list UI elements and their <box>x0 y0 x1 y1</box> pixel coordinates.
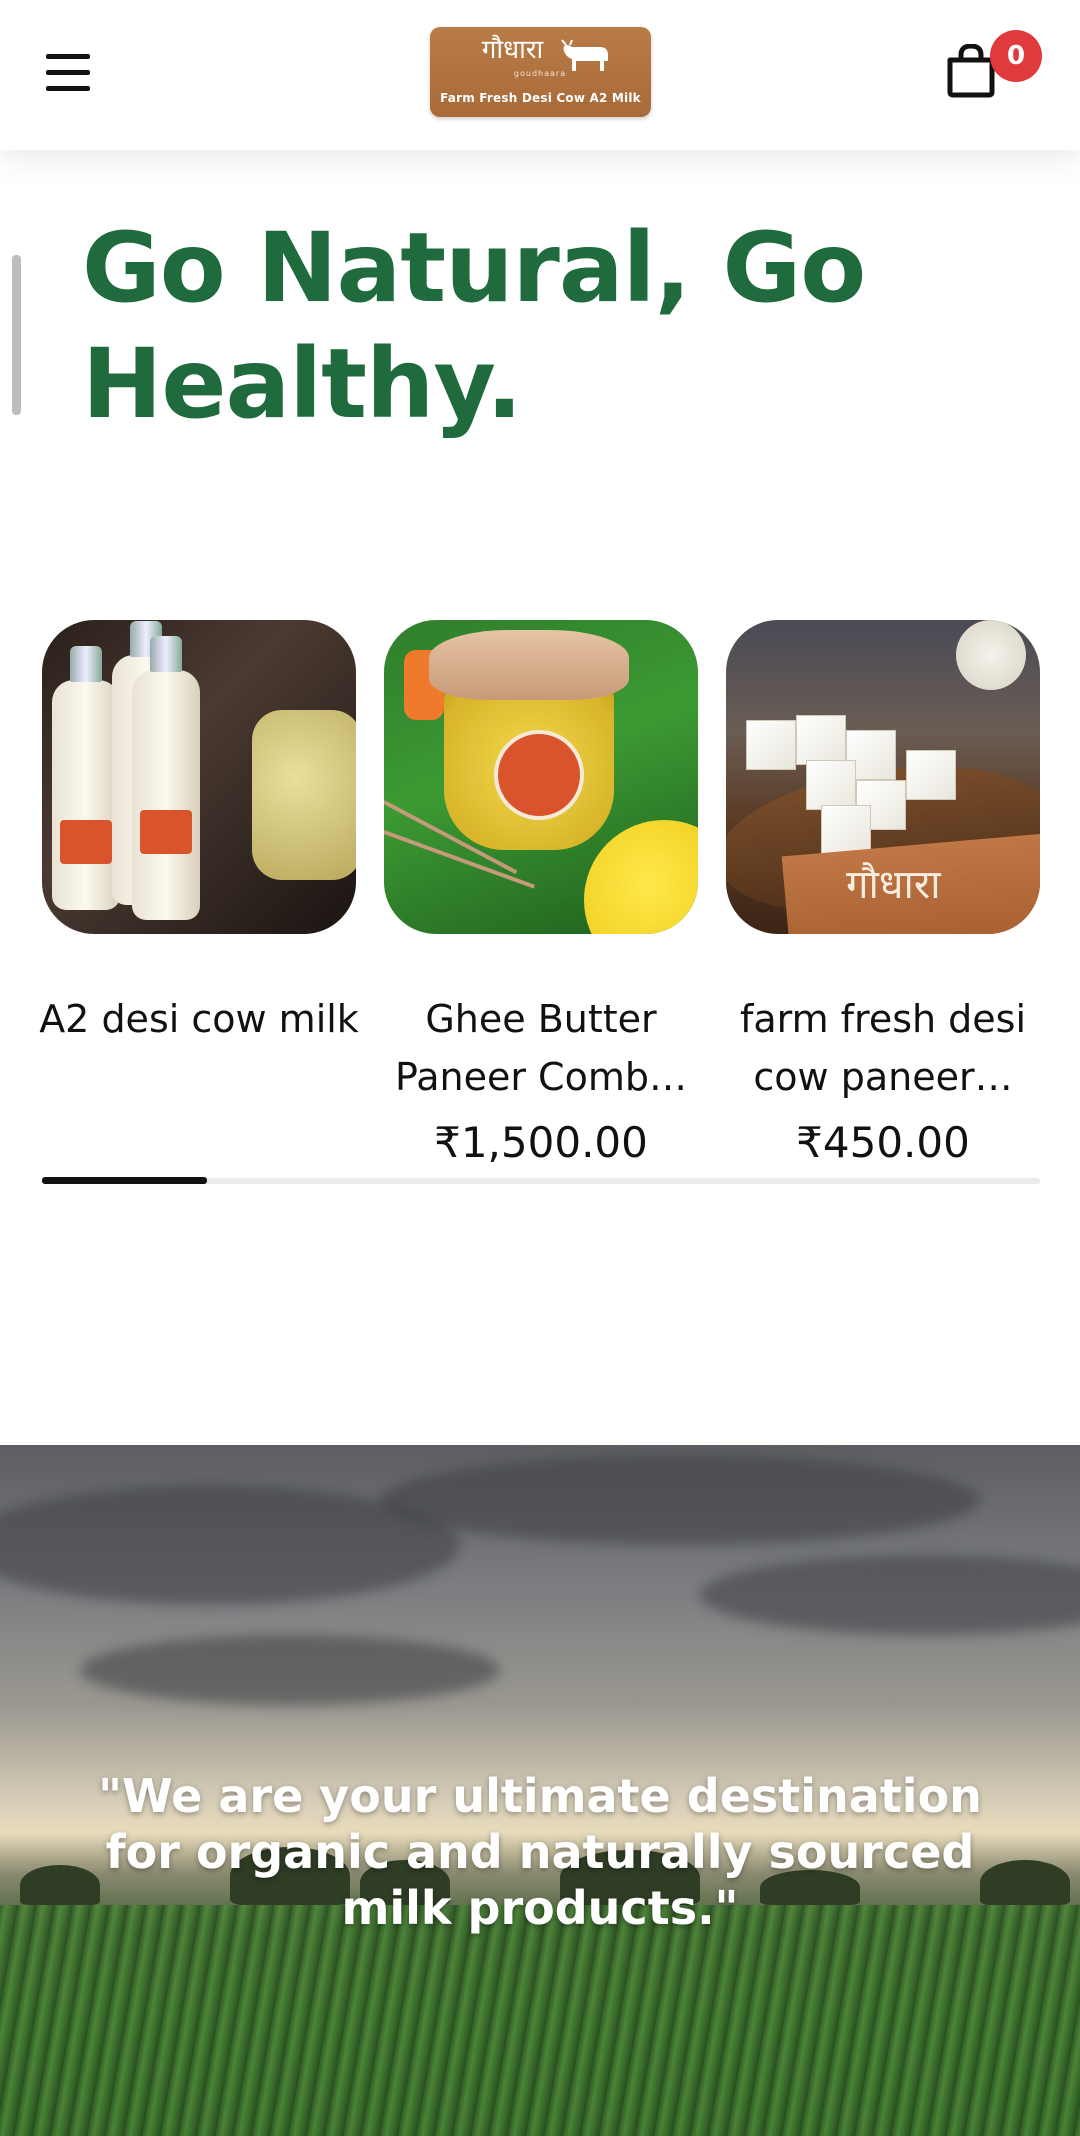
product-price: ₹1,500.00 <box>434 1118 648 1167</box>
product-image-paneer[interactable]: गौधारा <box>726 620 1040 934</box>
logo-script-text: गौधारा <box>481 35 544 65</box>
product-name[interactable]: Ghee Butter Paneer Comb… <box>374 990 708 1106</box>
cart-button[interactable]: 0 <box>945 30 1042 106</box>
site-header: गौधारा goudhaara Farm Fresh Desi Cow A2 … <box>0 0 1080 150</box>
hero-title: Go Natural, Go Healthy. <box>82 212 866 440</box>
carousel-scrollbar-thumb[interactable] <box>42 1177 207 1184</box>
product-card[interactable]: Ghee Butter Paneer Comb… ₹1,500.00 <box>384 620 698 1167</box>
product-name[interactable]: farm fresh desi cow paneer… <box>716 990 1050 1106</box>
logo-tagline: Farm Fresh Desi Cow A2 Milk <box>440 91 641 105</box>
product-image-milk[interactable] <box>42 620 356 934</box>
brand-logo[interactable]: गौधारा goudhaara Farm Fresh Desi Cow A2 … <box>430 27 651 117</box>
scroll-indicator <box>12 255 21 415</box>
product-card[interactable]: A2 desi cow milk <box>39 620 359 1041</box>
hamburger-menu-icon[interactable] <box>40 46 96 98</box>
product-image-ghee-combo[interactable] <box>384 620 698 934</box>
product-card[interactable]: गौधारा farm fresh desi cow paneer… ₹450.… <box>726 620 1040 1167</box>
product-name[interactable]: A2 desi cow milk <box>32 990 366 1048</box>
logo-brand-name: goudhaara <box>513 69 567 78</box>
banner-quote: "We are your ultimate destination for or… <box>98 1769 982 1935</box>
cart-count-badge: 0 <box>990 30 1042 82</box>
product-carousel: A2 desi cow milk Ghee Butter Paneer Comb… <box>39 620 1040 1180</box>
hero-banner-field: "We are your ultimate destination for or… <box>0 1445 1080 2136</box>
cow-logo-icon <box>561 39 608 71</box>
product-price: ₹450.00 <box>796 1118 970 1167</box>
carousel-scrollbar[interactable] <box>42 1177 1040 1184</box>
